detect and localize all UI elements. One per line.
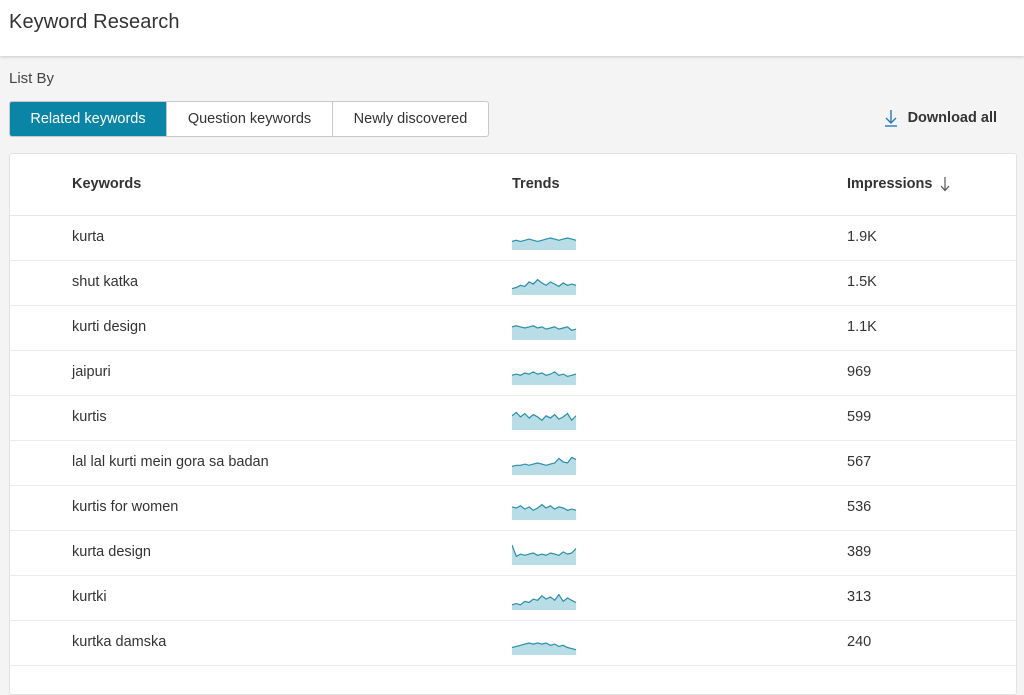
impressions-cell: 1.1K [847,319,877,335]
sparkline-chart [511,456,577,475]
impressions-cell: 599 [847,409,872,425]
sparkline-chart [511,544,577,565]
impressions-cell: 1.9K [847,229,877,245]
impressions-cell: 536 [847,499,872,515]
sparkline-chart [511,325,577,340]
sparkline-chart [511,371,577,385]
sparkline-chart [511,411,577,430]
page-title: Keyword Research [9,11,180,33]
impressions-cell: 1.5K [847,274,877,290]
table-row[interactable]: lal lal kurti mein gora sa badan 567 [10,440,1016,486]
keyword-cell[interactable]: kurtis [72,409,107,425]
list-by-label: List By [9,70,55,87]
table-header: Keywords Trends Impressions [10,154,1016,216]
keyword-cell[interactable]: kurta design [72,544,151,560]
keyword-cell[interactable]: kurtis for women [72,499,178,515]
impressions-cell: 389 [847,544,872,560]
table-row[interactable]: kurtis 599 [10,395,1016,441]
sparkline-chart [511,593,577,610]
download-all-button[interactable]: Download all [884,109,997,127]
keyword-cell[interactable]: kurti design [72,319,146,335]
trend-sparkline [511,497,577,521]
tab-question-keywords[interactable]: Question keywords [166,102,332,136]
impressions-cell: 240 [847,634,872,650]
impressions-header-label: Impressions [847,176,933,192]
trend-sparkline [511,362,577,386]
column-header-trends[interactable]: Trends [512,176,560,192]
table-row[interactable]: kurta design 389 [10,530,1016,576]
sparkline-chart [511,503,577,520]
keyword-cell[interactable]: kurta [72,229,104,245]
download-all-label: Download all [907,110,997,126]
trend-sparkline [511,317,577,341]
trend-sparkline [511,452,577,476]
keyword-cell[interactable]: kurtka damska [72,634,166,650]
table-row[interactable]: kurtka damska 240 [10,620,1016,666]
table-row[interactable]: kurtki 313 [10,575,1016,621]
sparkline-area [512,457,576,475]
column-header-keywords[interactable]: Keywords [72,176,141,192]
trend-sparkline [511,632,577,656]
column-header-impressions[interactable]: Impressions [847,176,950,192]
download-icon [884,110,897,127]
tab-related-keywords[interactable]: Related keywords [10,102,166,136]
trend-sparkline [511,542,577,566]
impressions-cell: 567 [847,454,872,470]
keyword-cell[interactable]: jaipuri [72,364,111,380]
sparkline-chart [511,642,577,655]
impressions-cell: 969 [847,364,872,380]
top-bar: Keyword Research [0,0,1024,56]
keywords-table: Keywords Trends Impressions kurta 1.9K shu… [9,153,1017,695]
table-row[interactable]: jaipuri 969 [10,350,1016,396]
table-row[interactable]: kurtis for women 536 [10,485,1016,531]
sparkline-chart [511,278,577,295]
arrow-down-icon [940,177,950,192]
tab-newly-discovered[interactable]: Newly discovered [332,102,488,136]
keyword-cell[interactable]: kurtki [72,589,107,605]
trend-sparkline [511,227,577,251]
table-row[interactable]: shut katka 1.5K [10,260,1016,306]
trend-sparkline [511,587,577,611]
impressions-cell: 313 [847,589,872,605]
sparkline-area [512,279,576,295]
trend-sparkline [511,407,577,431]
keyword-cell[interactable]: lal lal kurti mein gora sa badan [72,454,269,470]
keyword-cell[interactable]: shut katka [72,274,138,290]
table-row[interactable]: kurti design 1.1K [10,305,1016,351]
list-by-tabs: Related keywords Question keywords Newly… [9,101,489,137]
table-row[interactable]: kurta 1.9K [10,215,1016,261]
sparkline-chart [511,237,577,250]
trend-sparkline [511,272,577,296]
